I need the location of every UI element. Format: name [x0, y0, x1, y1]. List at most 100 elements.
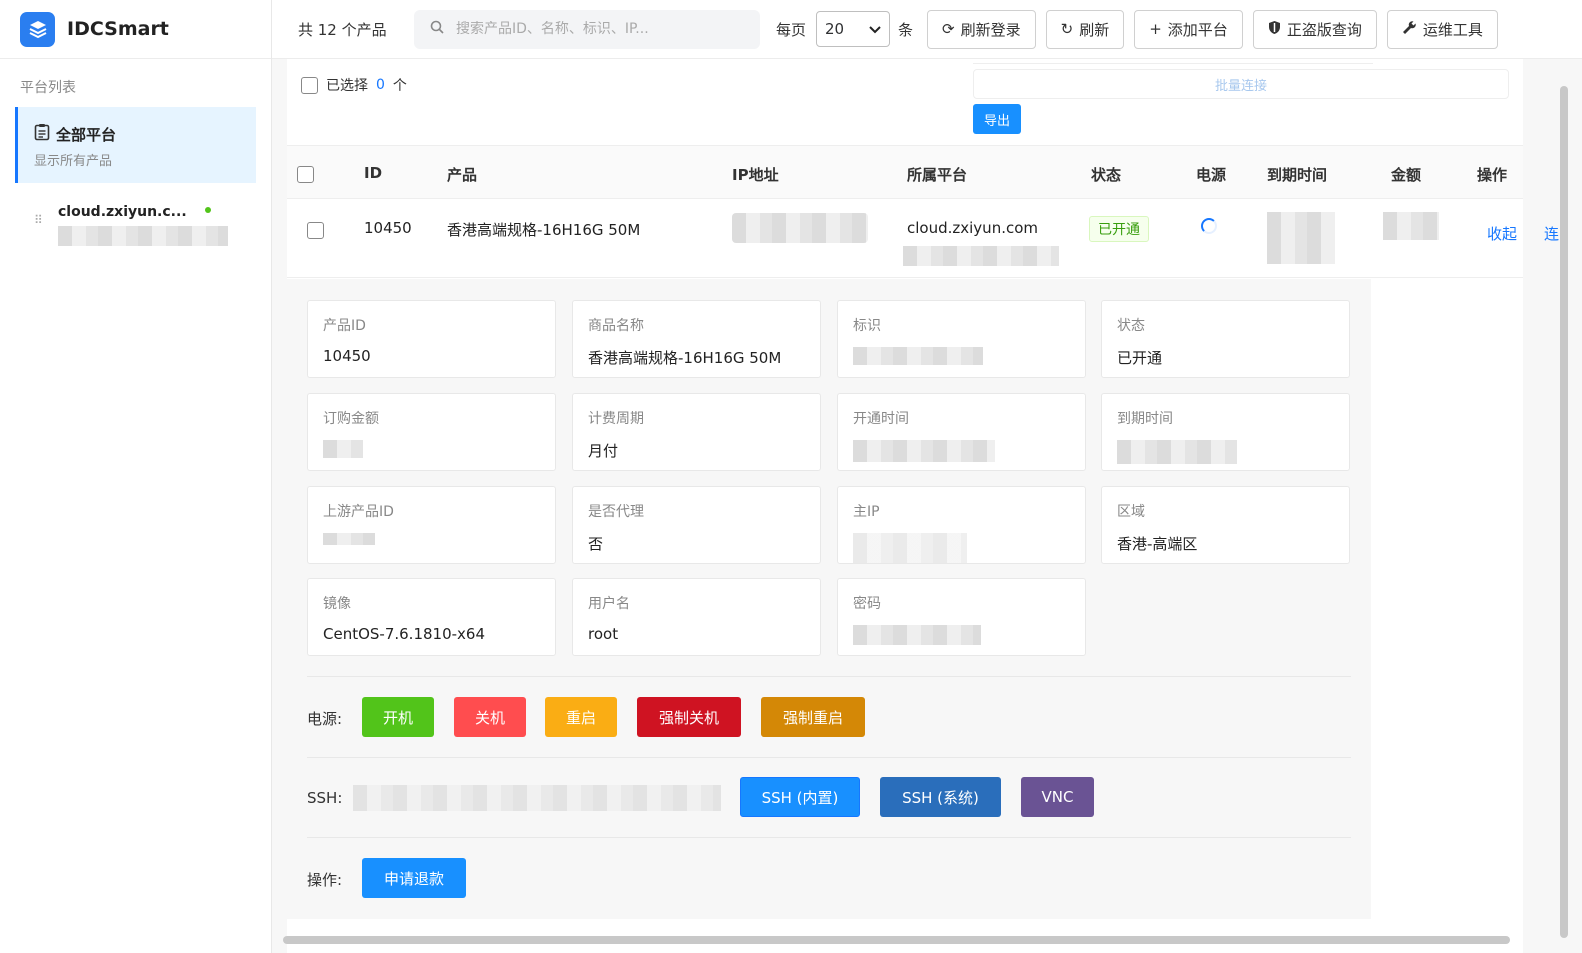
redacted-value [853, 347, 983, 365]
redacted-ssh-command [353, 785, 721, 811]
col-actions: 操作 [1477, 166, 1508, 184]
card-label: 标识 [853, 318, 881, 334]
col-expire[interactable]: 到期时间 [1267, 164, 1327, 185]
power-off-button[interactable]: 关机 [454, 697, 526, 737]
ssh-internal-button[interactable]: SSH (内置) [740, 777, 860, 817]
per-page-select[interactable]: 20 [816, 11, 891, 47]
select-all-checkbox[interactable] [297, 166, 314, 183]
refresh-login-button[interactable]: ⟳ 刷新登录 [927, 9, 1036, 49]
refresh-label: 刷新 [1079, 20, 1110, 39]
per-page-unit: 条 [898, 20, 914, 39]
collapse-link[interactable]: 收起 [1487, 223, 1517, 244]
product-detail-panel: 产品ID 10450 商品名称 香港高端规格-16H16G 50M 标识 状态 … [287, 279, 1371, 919]
card-value: 月付 [588, 442, 619, 460]
card-value: 否 [588, 535, 604, 553]
shield-icon [1268, 20, 1281, 39]
ops-tools-label: 运维工具 [1422, 20, 1483, 39]
restart-button[interactable]: 重启 [545, 697, 617, 737]
col-ip[interactable]: IP地址 [732, 164, 779, 185]
divider [307, 757, 1351, 758]
toolbar: 共 12 个产品 每页 20 条 ⟳ 刷新登录 ↻ 刷新 + 添加平台 正盗版查… [272, 0, 1582, 59]
card-label: 区域 [1117, 504, 1145, 520]
sync-icon: ⟳ [942, 20, 955, 38]
card-region: 区域 香港-高端区 [1101, 486, 1350, 564]
card-label: 状态 [1117, 318, 1145, 334]
search-input[interactable] [456, 21, 736, 37]
export-button[interactable]: 导出 [973, 104, 1021, 134]
search-box[interactable] [414, 9, 760, 49]
clipboard-icon [34, 123, 50, 145]
card-label: 到期时间 [1117, 411, 1173, 427]
card-label: 产品ID [323, 318, 366, 334]
status-badge: 已开通 [1089, 216, 1149, 242]
col-id[interactable]: ID [364, 164, 382, 182]
selection-label: 已选择 [326, 78, 368, 94]
ssh-system-button[interactable]: SSH (系统) [880, 777, 1001, 817]
row-id: 10450 [364, 219, 412, 237]
sidebar-item-all-platforms[interactable]: 全部平台 显示所有产品 [15, 107, 256, 183]
refund-button[interactable]: 申请退款 [362, 858, 466, 898]
license-check-button[interactable]: 正盗版查询 [1252, 9, 1377, 49]
drag-handle-icon[interactable]: ⠿ [34, 213, 43, 227]
card-value: root [588, 625, 619, 643]
col-status[interactable]: 状态 [1091, 164, 1121, 185]
card-expire-time: 到期时间 [1101, 393, 1350, 471]
sidebar-item-subtitle: 显示所有产品 [34, 154, 113, 169]
per-page-label: 每页 [776, 20, 807, 39]
sidebar-item-platform[interactable]: ⠿ cloud.zxiyun.c... [30, 201, 256, 246]
row-product: 香港高端规格-16H16G 50M [447, 221, 641, 239]
ops-tools-button[interactable]: 运维工具 [1386, 9, 1498, 49]
card-label: 主IP [853, 504, 880, 520]
card-image: 镜像 CentOS-7.6.1810-x64 [307, 578, 556, 656]
horizontal-scrollbar[interactable] [283, 936, 1510, 944]
redacted-value [853, 533, 967, 563]
redacted-value [323, 440, 363, 458]
brand-name: IDCSmart [67, 18, 169, 40]
sidebar-item-title: 全部平台 [56, 125, 117, 144]
ops-label: 操作: [307, 871, 343, 889]
refresh-icon: ↻ [1060, 20, 1074, 38]
ssh-label: SSH: [307, 789, 343, 807]
card-username: 用户名 root [572, 578, 821, 656]
redacted-value [1117, 440, 1237, 464]
card-identifier: 标识 [837, 300, 1086, 378]
license-check-label: 正盗版查询 [1286, 20, 1362, 39]
card-goods-name: 商品名称 香港高端规格-16H16G 50M [572, 300, 821, 378]
card-password: 密码 [837, 578, 1086, 656]
col-power[interactable]: 电源 [1196, 164, 1226, 185]
row-checkbox[interactable] [307, 222, 324, 239]
connect-link[interactable]: 连 [1544, 223, 1559, 244]
power-loading-icon [1201, 218, 1217, 234]
card-is-agent: 是否代理 否 [572, 486, 821, 564]
col-product[interactable]: 产品 [447, 164, 477, 185]
card-label: 密码 [853, 596, 881, 612]
power-label: 电源: [307, 710, 343, 728]
table-row[interactable]: 10450 香港高端规格-16H16G 50M cloud.zxiyun.com… [287, 200, 1559, 278]
divider [307, 676, 1351, 677]
row-platform: cloud.zxiyun.com [907, 219, 1039, 237]
chevron-down-icon [869, 20, 881, 38]
card-value: 10450 [323, 347, 371, 365]
vnc-button[interactable]: VNC [1021, 777, 1094, 817]
batch-toolbar-edge [973, 59, 1373, 64]
card-product-id: 产品ID 10450 [307, 300, 556, 378]
card-label: 开通时间 [853, 411, 909, 427]
select-all-checkbox-top[interactable] [301, 76, 318, 94]
power-on-button[interactable]: 开机 [362, 697, 434, 737]
main-area: 已选择 0 个 批量连接 导出 ID 产品 IP地址 所属平台 状态 电源 到期… [272, 59, 1582, 953]
redacted-ip [732, 213, 868, 243]
vertical-scrollbar[interactable] [1560, 86, 1568, 938]
refresh-button[interactable]: ↻ 刷新 [1045, 9, 1125, 49]
col-platform[interactable]: 所属平台 [907, 164, 967, 185]
batch-connect-button[interactable]: 批量连接 [973, 69, 1509, 99]
card-value: CentOS-7.6.1810-x64 [323, 625, 486, 643]
redacted-text [58, 226, 228, 246]
add-platform-button[interactable]: + 添加平台 [1134, 9, 1243, 49]
force-restart-button[interactable]: 强制重启 [761, 697, 865, 737]
wrench-icon [1402, 20, 1417, 39]
redacted-expire [1267, 212, 1335, 264]
sidebar-section-title: 平台列表 [20, 80, 76, 96]
col-amount[interactable]: 金额 [1391, 164, 1421, 185]
force-off-button[interactable]: 强制关机 [637, 697, 741, 737]
card-open-time: 开通时间 [837, 393, 1086, 471]
